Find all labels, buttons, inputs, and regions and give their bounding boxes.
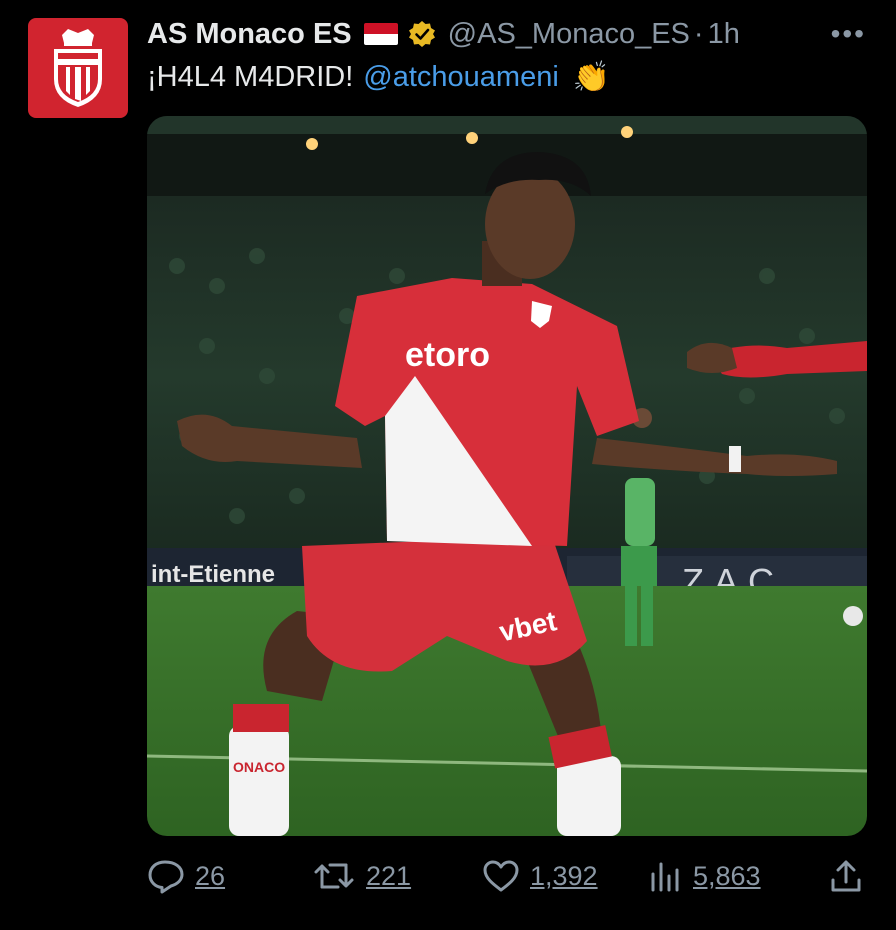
retweet-icon xyxy=(314,863,354,889)
views-bar-chart-icon xyxy=(651,862,679,892)
views-button[interactable]: 5,863 xyxy=(649,859,761,893)
account-avatar[interactable] xyxy=(28,18,128,118)
monaco-crest-icon xyxy=(54,29,102,107)
sock-text: ONACO xyxy=(233,759,285,775)
reply-icon xyxy=(148,860,184,894)
tweet-timestamp[interactable]: 1h xyxy=(708,18,740,51)
tweet-image[interactable]: int-Etienne ZAC ONACO vbet etoro xyxy=(147,116,867,836)
views-count: 5,863 xyxy=(693,860,761,891)
shirt-sponsor: etoro xyxy=(405,336,490,374)
more-horizontal-icon[interactable]: ••• xyxy=(831,18,866,50)
football-celebration-image: int-Etienne ZAC ONACO vbet etoro xyxy=(147,116,867,836)
account-handle[interactable]: @AS_Monaco_ES xyxy=(448,18,690,51)
share-icon xyxy=(831,860,861,892)
like-count: 1,392 xyxy=(530,860,598,891)
share-button[interactable] xyxy=(829,858,863,894)
verified-badge-icon[interactable] xyxy=(408,20,436,48)
tweet-body: ¡H4L4 M4DRID! xyxy=(147,61,354,93)
retweet-count: 221 xyxy=(366,860,412,891)
board-left-text: int-Etienne xyxy=(151,561,275,588)
clapping-hands-emoji: 👏 xyxy=(572,61,611,94)
tweet-text: ¡H4L4 M4DRID! @atchouameni 👏 xyxy=(147,60,610,95)
like-button[interactable]: 1,392 xyxy=(482,859,598,893)
mention-link[interactable]: @atchouameni xyxy=(363,61,559,94)
heart-icon xyxy=(483,860,519,892)
reply-count: 26 xyxy=(195,860,226,891)
tweet-header: AS Monaco ES @AS_Monaco_ES · 1h xyxy=(147,14,876,54)
account-name[interactable]: AS Monaco ES xyxy=(147,18,352,51)
monaco-flag-icon xyxy=(363,23,398,45)
tweet-actions: 26 221 1,392 5,863 xyxy=(147,850,869,902)
separator-dot: · xyxy=(693,17,704,50)
reply-button[interactable]: 26 xyxy=(147,858,225,894)
retweet-button[interactable]: 221 xyxy=(312,859,411,893)
